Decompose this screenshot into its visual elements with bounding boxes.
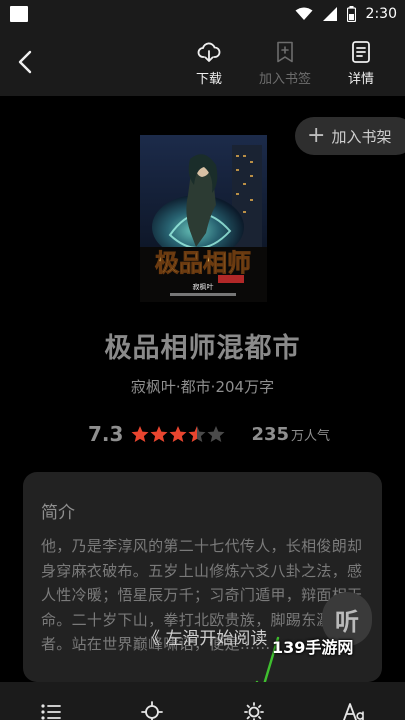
star-icon (207, 426, 225, 442)
document-icon (352, 41, 370, 63)
book-title: 极品相师混都市 (104, 333, 301, 364)
add-to-shelf-label: 加入书架 (331, 127, 392, 146)
list-icon[interactable] (40, 700, 62, 720)
details-button[interactable]: 详情 (328, 40, 394, 87)
star-icon (188, 426, 206, 442)
top-toolbar: 下载 加入书签 详情 (0, 28, 405, 96)
download-label: 下载 (195, 72, 222, 87)
notification-icon (10, 6, 28, 22)
brightness-icon[interactable] (243, 700, 265, 720)
cloud-download-icon (197, 42, 221, 62)
synopsis-title: 简介 (41, 503, 75, 523)
popularity-unit: 万人气 (291, 428, 331, 444)
add-bookmark-button[interactable]: 加入书签 (252, 40, 318, 87)
back-button[interactable] (14, 48, 38, 76)
rating-stars (131, 425, 225, 443)
star-icon (150, 426, 168, 442)
book-cover[interactable]: 极品相师 寂枫叶 (140, 135, 267, 302)
battery-icon (346, 6, 356, 22)
font-size-icon[interactable] (343, 700, 365, 720)
listen-label: 听 (335, 607, 359, 636)
bottom-toolbar (0, 682, 405, 720)
popularity-value: 235 (251, 423, 290, 445)
signal-icon (322, 7, 337, 21)
cover-title-art: 极品相师 (155, 248, 251, 277)
plus-icon: + (307, 123, 326, 148)
wifi-icon (295, 7, 313, 21)
add-bookmark-label: 加入书签 (258, 72, 311, 87)
watermark: 139手游网 (272, 638, 354, 657)
cover-author-art: 寂枫叶 (193, 282, 214, 291)
chevron-left-icon (18, 50, 32, 74)
details-label: 详情 (347, 72, 374, 87)
add-to-shelf-button[interactable]: + 加入书架 (295, 117, 405, 155)
clock: 2:30 (365, 6, 397, 22)
rating-score: 7.3 (88, 422, 124, 446)
download-button[interactable]: 下载 (176, 40, 242, 87)
rating-row: 7.3 235 万人气 (88, 420, 330, 448)
star-icon (131, 426, 149, 442)
progress-icon[interactable] (141, 700, 163, 720)
book-cover-art: 极品相师 寂枫叶 (140, 135, 267, 302)
star-icon (169, 426, 187, 442)
book-meta: 寂枫叶·都市·204万字 (130, 378, 275, 396)
status-bar: 2:30 (0, 0, 405, 28)
swipe-to-read-hint: 《 左滑开始阅读 (143, 629, 268, 649)
bookmark-add-icon (277, 41, 293, 63)
